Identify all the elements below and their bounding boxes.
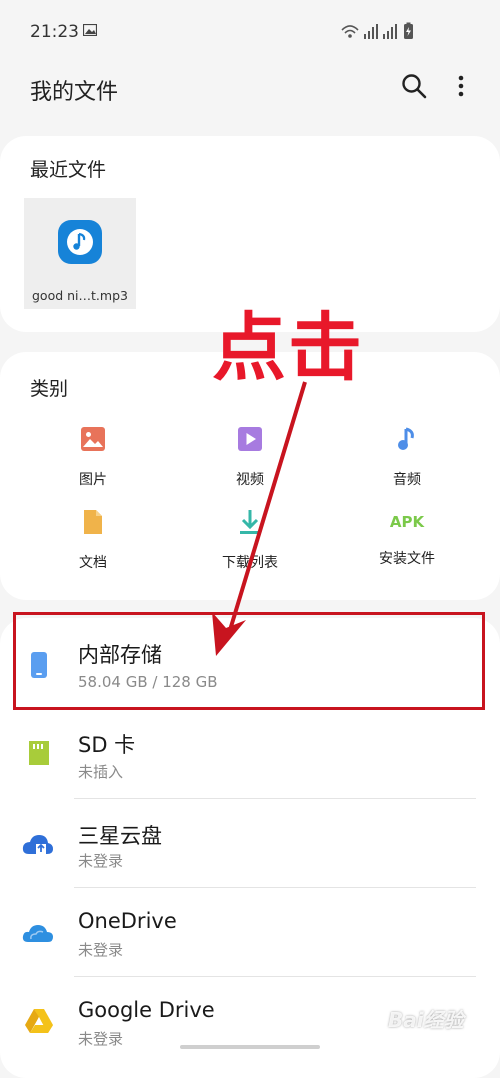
watermark: Bai经验 bbox=[388, 1008, 464, 1032]
annotation-arrow bbox=[212, 381, 307, 656]
home-indicator[interactable] bbox=[180, 1045, 320, 1049]
